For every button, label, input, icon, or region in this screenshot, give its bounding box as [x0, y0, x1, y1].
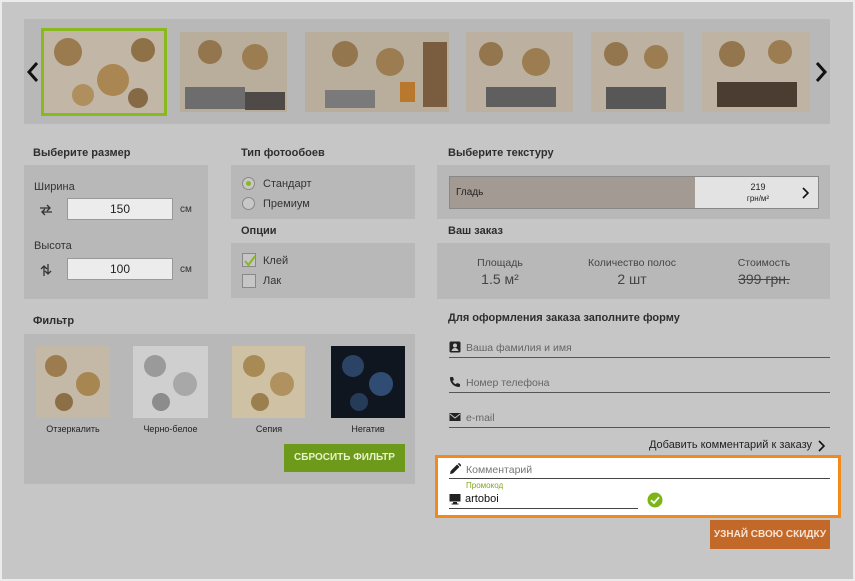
- filter-thumb-mirror[interactable]: [36, 346, 110, 418]
- order-title: Ваш заказ: [448, 225, 503, 237]
- filter-label-sepia: Сепия: [255, 424, 283, 434]
- gallery-thumb-bedroom[interactable]: [180, 32, 287, 112]
- chevron-left-icon[interactable]: [24, 60, 42, 84]
- reset-filter-button[interactable]: СБРОСИТЬ ФИЛЬТР: [284, 444, 405, 472]
- option-checkbox-varnish[interactable]: [242, 274, 256, 288]
- get-discount-button[interactable]: УЗНАЙ СВОЮ СКИДКУ: [710, 520, 830, 549]
- height-unit: см: [180, 264, 192, 275]
- pencil-icon: [450, 463, 461, 474]
- check-icon: [244, 255, 256, 267]
- form-title: Для оформления заказа заполните форму: [448, 312, 680, 324]
- email-placeholder: e-mail: [466, 412, 495, 424]
- gallery-thumb-main[interactable]: [41, 28, 167, 116]
- options-panel: [231, 243, 415, 298]
- phone-field[interactable]: Номер телефона: [449, 375, 830, 393]
- chevron-right-icon[interactable]: [812, 60, 830, 84]
- texture-price: 219: [750, 182, 766, 192]
- filter-thumb-sepia[interactable]: [232, 346, 305, 418]
- height-arrows-icon: [40, 264, 52, 276]
- check-circle-icon: [647, 492, 663, 508]
- gallery-thumb-fireplace[interactable]: [591, 32, 684, 112]
- filter-label-mirror: Отзеркалить: [46, 424, 100, 434]
- filter-label-bw: Черно-белое: [143, 424, 198, 434]
- email-field[interactable]: e-mail: [449, 410, 830, 428]
- promo-value: artoboi: [465, 493, 499, 505]
- texture-selector[interactable]: Гладь 219 грн/м²: [449, 176, 819, 209]
- size-title: Выберите размер: [33, 147, 131, 159]
- mail-icon: [449, 413, 461, 421]
- width-input[interactable]: 150: [67, 198, 173, 220]
- option-label-glue: Клей: [263, 255, 289, 267]
- comment-field[interactable]: Комментарий: [449, 461, 830, 479]
- filter-thumb-negative[interactable]: [331, 346, 405, 418]
- type-panel: [231, 165, 415, 219]
- texture-swatch: [450, 177, 695, 208]
- type-option-premium: Премиум: [263, 198, 310, 210]
- filter-label-negative: Негатив: [351, 424, 385, 434]
- texture-name: Гладь: [456, 187, 484, 198]
- gallery-thumb-living[interactable]: [305, 32, 449, 112]
- order-strips-value: 2 шт: [617, 271, 647, 287]
- filter-thumb-bw[interactable]: [133, 346, 208, 418]
- monitor-icon: [449, 494, 461, 505]
- height-input[interactable]: 100: [67, 258, 173, 280]
- add-comment-link[interactable]: Добавить комментарий к заказу: [622, 439, 812, 451]
- name-field[interactable]: Ваша фамилия и имя: [449, 340, 830, 358]
- order-area-value: 1.5 м²: [481, 271, 519, 287]
- order-area-label: Площадь: [477, 257, 523, 269]
- chevron-right-icon: [802, 187, 809, 199]
- height-label: Высота: [34, 240, 72, 252]
- gallery-thumb-sofa[interactable]: [702, 32, 810, 112]
- name-placeholder: Ваша фамилия и имя: [466, 342, 572, 354]
- order-strips-label: Количество полос: [588, 257, 676, 269]
- option-checkbox-glue[interactable]: [242, 253, 256, 267]
- width-arrows-icon: [40, 204, 52, 216]
- contact-card-icon: [449, 341, 461, 353]
- type-title: Тип фотообоев: [241, 147, 325, 159]
- option-label-varnish: Лак: [263, 275, 282, 287]
- type-radio-standard[interactable]: [242, 177, 255, 190]
- phone-icon: [450, 377, 460, 387]
- phone-placeholder: Номер телефона: [466, 377, 550, 389]
- width-label: Ширина: [34, 181, 75, 193]
- order-cost-value: 399 грн.: [738, 271, 790, 287]
- type-option-standard: Стандарт: [263, 178, 312, 190]
- filter-title: Фильтр: [33, 315, 75, 327]
- promo-field[interactable]: artoboi: [449, 491, 638, 509]
- chevron-right-icon[interactable]: [817, 440, 825, 452]
- gallery-thumb-lounge[interactable]: [466, 32, 573, 112]
- page: Выберите размер Ширина 150 см Высота 100…: [0, 0, 855, 581]
- type-radio-premium[interactable]: [242, 197, 255, 210]
- order-cost-label: Стоимость: [737, 257, 791, 269]
- texture-price-unit: грн/м²: [746, 194, 770, 203]
- width-unit: см: [180, 204, 192, 215]
- promo-label: Промокод: [466, 481, 504, 490]
- comment-placeholder: Комментарий: [466, 464, 533, 476]
- texture-title: Выберите текстуру: [448, 147, 554, 159]
- options-title: Опции: [241, 225, 277, 237]
